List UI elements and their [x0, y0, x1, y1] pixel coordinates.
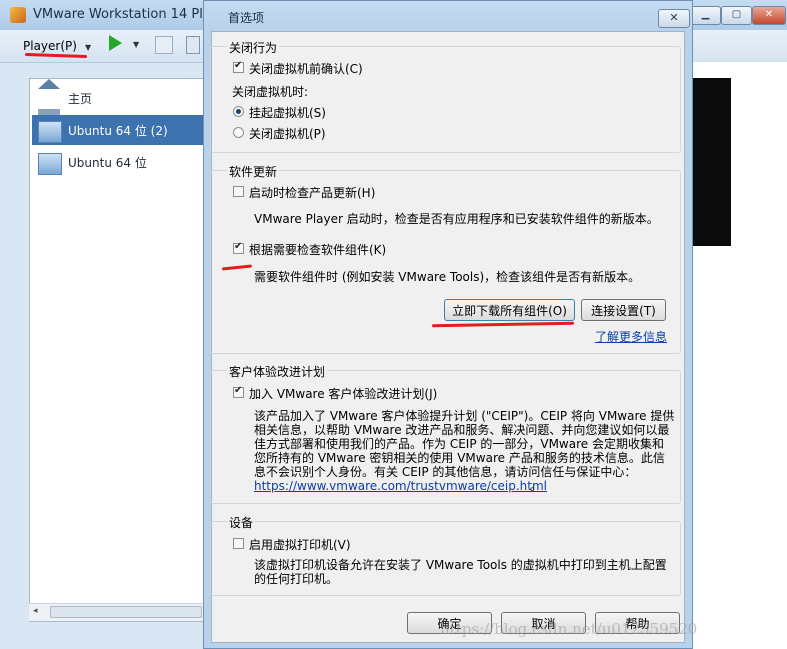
confirm-close-checkbox[interactable]: [233, 60, 244, 73]
scrollbar-thumb[interactable]: [50, 606, 202, 618]
scroll-left-arrow-icon[interactable]: ◂: [33, 606, 38, 616]
ceip-trust-link[interactable]: https://www.vmware.com/trustvmware/ceip.…: [254, 479, 547, 493]
send-ctrl-alt-del-icon[interactable]: [155, 36, 173, 54]
library-item-home[interactable]: 主页: [32, 79, 204, 119]
on-close-label: 关闭虚拟机时:: [232, 85, 309, 99]
startup-check-description: VMware Player 启动时，检查是否有应用程序和已安装软件组件的新版本。: [254, 212, 659, 226]
library-item-label: Ubuntu 64 位: [68, 156, 147, 170]
suspend-label[interactable]: 挂起虚拟机(S): [249, 104, 326, 121]
fit-guest-icon[interactable]: [186, 36, 200, 54]
confirm-close-label[interactable]: 关闭虚拟机前确认(C): [249, 60, 363, 77]
ceip-desc-line: 相关信息，以帮助 VMware 改进产品和服务、解决问题、并向您建议如何以最: [254, 423, 670, 437]
ondemand-check-label[interactable]: 根据需要检查软件组件(K): [249, 241, 386, 258]
player-menu-label: Player(P): [23, 39, 77, 53]
library-item-ubuntu-64[interactable]: Ubuntu 64 位: [32, 147, 204, 177]
download-all-components-button[interactable]: 立即下载所有组件(O): [444, 299, 575, 321]
suspend-radio[interactable]: [233, 106, 244, 117]
watermark-text: https://blog.csdn.net/u012559520: [440, 620, 698, 638]
poweroff-radio[interactable]: [233, 127, 244, 138]
virtual-printer-label[interactable]: 启用虚拟打印机(V): [249, 536, 351, 553]
devices-title: 设备: [227, 514, 256, 531]
ceip-link-suffix: 。: [530, 479, 543, 493]
ondemand-check-checkbox[interactable]: [233, 241, 244, 254]
vm-icon: [38, 121, 62, 143]
chevron-down-icon: ▼: [84, 43, 92, 52]
vm-library-panel: 主页 Ubuntu 64 位 (2) Ubuntu 64 位: [29, 78, 207, 622]
printer-desc-line: 该虚拟打印机设备允许在安装了 VMware Tools 的虚拟机中打印到主机上配…: [254, 558, 667, 572]
printer-desc-line: 的任何打印机。: [254, 572, 339, 586]
close-window-button[interactable]: ✕: [752, 6, 786, 25]
library-item-label: 主页: [68, 92, 93, 106]
startup-check-checkbox[interactable]: [233, 186, 244, 197]
ceip-desc-line: 该产品加入了 VMware 客户体验提升计划 ("CEIP")。CEIP 将向 …: [254, 409, 675, 423]
minimize-button[interactable]: ▁: [690, 6, 721, 25]
poweroff-label[interactable]: 关闭虚拟机(P): [249, 125, 326, 142]
software-update-title: 软件更新: [227, 163, 280, 180]
learn-more-link[interactable]: 了解更多信息: [595, 328, 667, 345]
close-behavior-title: 关闭行为: [227, 39, 280, 56]
library-item-ubuntu-64-2[interactable]: Ubuntu 64 位 (2): [32, 115, 204, 145]
ceip-title: 客户体验改进计划: [227, 363, 328, 380]
connection-settings-button[interactable]: 连接设置(T): [581, 299, 666, 321]
ceip-join-label[interactable]: 加入 VMware 客户体验改进计划(J): [249, 385, 437, 402]
virtual-printer-checkbox[interactable]: [233, 538, 244, 549]
vmware-app-icon: [10, 7, 26, 23]
dialog-title: 首选项: [228, 11, 265, 25]
ceip-join-checkbox[interactable]: [233, 385, 244, 398]
chevron-down-icon[interactable]: ▼: [133, 40, 139, 49]
vm-icon: [38, 153, 62, 175]
play-icon[interactable]: [109, 35, 122, 51]
dialog-close-button[interactable]: ✕: [658, 9, 690, 28]
main-window-title: VMware Workstation 14 Player: [33, 7, 203, 22]
ceip-desc-line: 佳方式部署和使用我们的产品。作为 CEIP 的一部分，VMware 会定期收集和: [254, 437, 664, 451]
maximize-button[interactable]: ▢: [721, 6, 752, 25]
ondemand-check-description: 需要软件组件时 (例如安装 VMware Tools)，检查该组件是否有新版本。: [254, 270, 641, 284]
startup-check-label[interactable]: 启动时检查产品更新(H): [249, 184, 375, 201]
ceip-desc-line: 息不会识别个人身份。有关 CEIP 的其他信息，请访问信任与保证中心：: [254, 465, 637, 479]
ceip-desc-line: 您所持有的 VMware 密钥相关的使用 VMware 产品和服务的技术信息。此…: [254, 451, 665, 465]
library-item-label: Ubuntu 64 位 (2): [68, 124, 168, 138]
